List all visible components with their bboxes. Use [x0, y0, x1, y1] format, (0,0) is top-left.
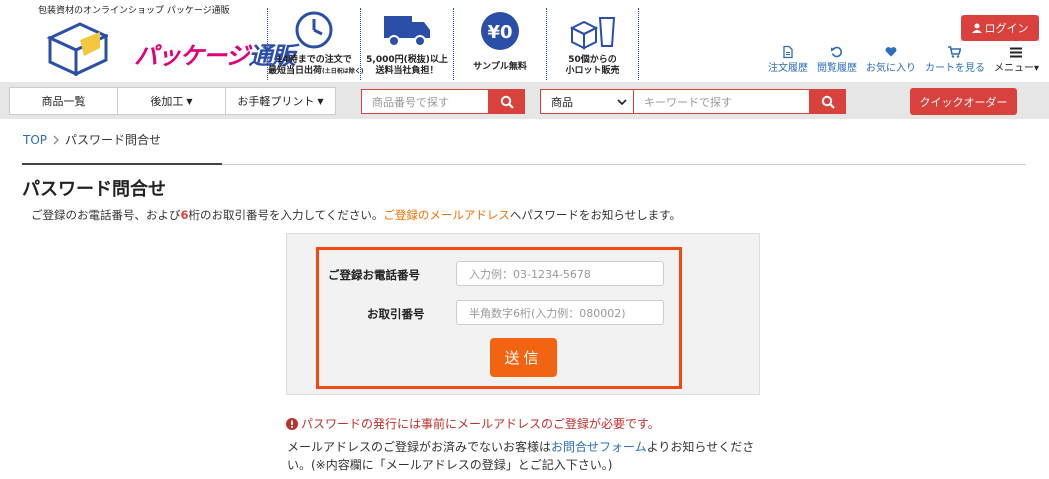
- cart-link[interactable]: カートを見る: [925, 45, 985, 74]
- registered-email-text: ご登録のメールアドレス: [383, 208, 510, 222]
- feature-same-day-shipping: 14時までの注文で 最短当日出荷(土日祝は除く): [267, 8, 364, 80]
- nav-products-button[interactable]: 商品一覧: [9, 87, 118, 115]
- nav-easy-print-button[interactable]: お手軽プリント ▼: [225, 87, 336, 115]
- clock-icon: [295, 11, 333, 49]
- product-number-search-input[interactable]: 商品番号で探す: [361, 89, 489, 114]
- favorites-label: お気に入り: [865, 63, 916, 74]
- logo-text-pink: パッケージ: [134, 42, 250, 70]
- trade-number-label: お取引番号: [367, 307, 425, 321]
- nav-post-processing-label: 後加工: [150, 95, 184, 108]
- intro-text: ご登録のお電話番号、および6桁のお取引番号を入力してください。ご登録のメールアド…: [31, 208, 681, 222]
- menu-icon: [1010, 47, 1023, 58]
- feature-free-shipping: 5,000円(税抜)以上 送料当社負担！: [360, 8, 453, 80]
- cart-icon: [948, 46, 962, 58]
- caret-down-icon: ▼: [317, 96, 324, 106]
- phone-input[interactable]: 入力例：03-1234-5678: [456, 261, 664, 286]
- nav-products-label: 商品一覧: [41, 95, 86, 108]
- feature-text: 50個からの 小ロット販売: [547, 55, 638, 77]
- menu-label: メニュー▾: [993, 63, 1039, 74]
- yen-zero-icon: ¥0: [481, 12, 519, 50]
- nav-bar: 商品一覧 後加工 ▼ お手軽プリント ▼ 商品番号で探す 商品 キーワードで探す…: [0, 82, 1049, 119]
- feature-badges: 14時までの注文で 最短当日出荷(土日祝は除く) 5,000円(税抜)以上 送料…: [267, 8, 639, 80]
- quick-order-label: クイックオーダー: [919, 95, 1008, 109]
- breadcrumb-current: パスワード問合せ: [65, 133, 162, 147]
- nav-post-processing-button[interactable]: 後加工 ▼: [117, 87, 226, 115]
- keyword-search-button[interactable]: [809, 89, 846, 114]
- favorites-link[interactable]: お気に入り: [866, 45, 916, 74]
- boxes-icon: [569, 17, 615, 50]
- feature-line: 14時までの注文で: [276, 55, 352, 65]
- chevron-down-icon: [617, 99, 627, 106]
- digit-count: 6: [180, 208, 189, 222]
- user-icon: [971, 23, 982, 33]
- feature-text: サンプル無料: [454, 62, 546, 73]
- quick-order-button[interactable]: クイックオーダー: [910, 88, 1017, 115]
- login-button[interactable]: ログイン: [961, 15, 1039, 41]
- feature-line: サンプル無料: [473, 62, 527, 72]
- order-history-link[interactable]: 注文履歴: [768, 45, 808, 74]
- order-history-icon: [783, 45, 793, 59]
- feature-text: 14時までの注文で 最短当日出荷(土日祝は除く): [268, 55, 364, 77]
- site-logo[interactable]: パッケージ通販: [44, 14, 296, 80]
- feature-line: 小ロット販売: [565, 66, 620, 76]
- phone-label: ご登録お電話番号: [328, 268, 420, 282]
- search-category-value: 商品: [551, 95, 573, 109]
- keyword-search-input[interactable]: キーワードで探す: [633, 89, 810, 114]
- feature-line: 最短当日出荷(土日祝は除く): [268, 66, 364, 76]
- email-required-warning: パスワードの発行には事前にメールアドレスのご登録が必要です。: [286, 415, 660, 432]
- search-icon: [500, 95, 514, 109]
- feature-line: 5,000円(税抜)以上: [366, 55, 448, 65]
- view-history-label: 閲覧履歴: [816, 63, 857, 74]
- logo-box-icon: [46, 22, 108, 76]
- caret-down-icon: ▼: [186, 96, 193, 106]
- trade-number-input[interactable]: 半角数字6桁(入力例：080002): [456, 300, 664, 325]
- email-registration-note: メールアドレスのご登録がお済みでないお客様はお問合せフォームよりお知らせください…: [287, 440, 755, 472]
- nav-easy-print-label: お手軽プリント: [237, 95, 315, 108]
- breadcrumb-top-link[interactable]: TOP: [23, 133, 47, 147]
- product-number-search-button[interactable]: [488, 89, 525, 114]
- search-category-select[interactable]: 商品: [540, 89, 634, 114]
- trade-number-placeholder: 半角数字6桁(入力例：080002): [469, 306, 626, 320]
- search-icon: [821, 95, 835, 109]
- chevron-right-icon: [53, 135, 59, 144]
- submit-label: 送信: [504, 349, 543, 367]
- user-links: 注文履歴 閲覧履歴 お気に入り カートを見る メニュー▾: [768, 45, 1039, 74]
- page-title: パスワード問合せ: [22, 179, 166, 200]
- site-header: 包装資材のオンラインショップ パッケージ通販 パッケージ通販 14時までの注文で…: [0, 0, 1049, 82]
- truck-icon: [384, 16, 430, 47]
- contact-form-link[interactable]: お問合せフォーム: [551, 440, 647, 454]
- exclamation-circle-icon: [286, 417, 298, 430]
- submit-button[interactable]: 送信: [490, 338, 557, 377]
- product-number-placeholder: 商品番号で探す: [372, 95, 449, 109]
- view-history-link[interactable]: 閲覧履歴: [817, 45, 857, 74]
- feature-text: 5,000円(税抜)以上 送料当社負担！: [361, 55, 453, 77]
- feature-free-samples: ¥0 サンプル無料: [453, 8, 546, 80]
- feature-small-lot: 50個からの 小ロット販売: [546, 8, 639, 80]
- feature-line: 50個からの: [568, 55, 617, 65]
- feature-line: 送料当社負担！: [375, 66, 439, 76]
- warning-text: パスワードの発行には事前にメールアドレスのご登録が必要です。: [301, 417, 660, 431]
- breadcrumb: TOP パスワード問合せ: [23, 131, 161, 148]
- title-divider-accent: [22, 163, 222, 165]
- view-history-icon: [831, 46, 843, 58]
- phone-placeholder: 入力例：03-1234-5678: [469, 267, 591, 281]
- order-history-label: 注文履歴: [767, 63, 808, 74]
- menu-link[interactable]: メニュー▾: [994, 45, 1039, 74]
- cart-label: カートを見る: [924, 63, 985, 74]
- keyword-placeholder: キーワードで探す: [644, 95, 732, 109]
- login-label: ログイン: [984, 22, 1029, 35]
- heart-icon: [885, 47, 897, 57]
- yen-badge: ¥0: [487, 22, 512, 43]
